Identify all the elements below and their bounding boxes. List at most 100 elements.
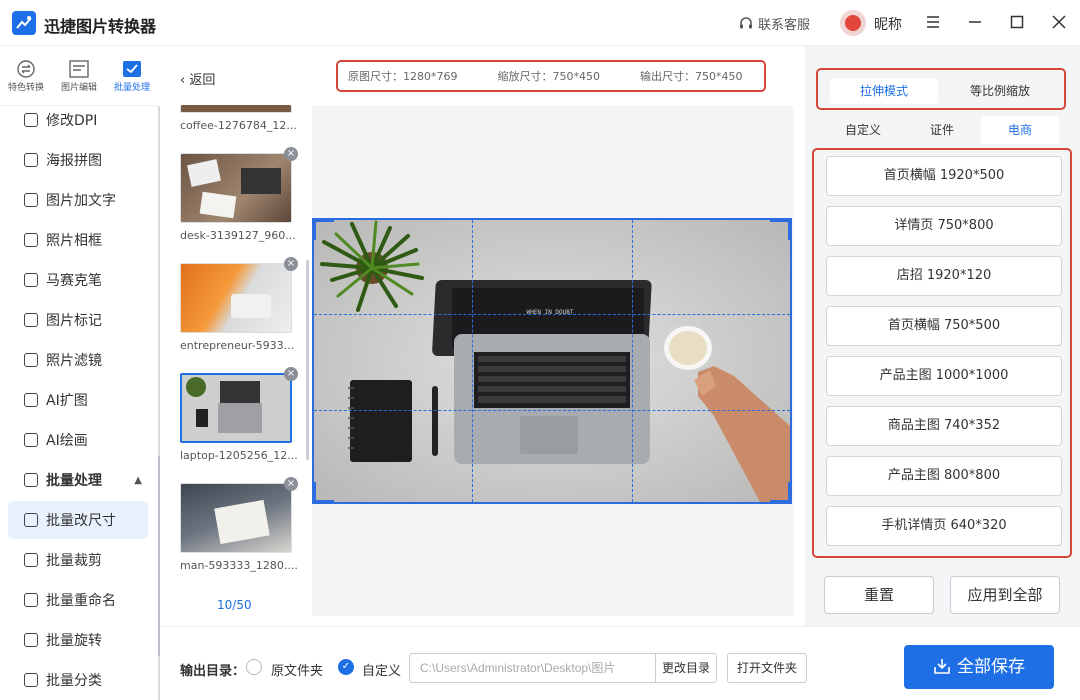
tab-batch-process[interactable]: 批量处理 bbox=[106, 52, 158, 104]
file-item[interactable]: × desk-3139127_960... bbox=[180, 147, 298, 242]
sidebar-item-label: AI扩图 bbox=[46, 393, 88, 409]
radio-original-folder[interactable] bbox=[246, 659, 262, 675]
file-item[interactable]: × laptop-1205256_12... bbox=[180, 367, 298, 462]
sidebar-item-poster[interactable]: 海报拼图 bbox=[8, 141, 148, 179]
sidebar-item-batch-rotate[interactable]: 批量旋转 bbox=[8, 621, 148, 659]
file-name: entrepreneur-5933... bbox=[180, 339, 295, 352]
sidebar-item-add-text[interactable]: 图片加文字 bbox=[8, 181, 148, 219]
contact-service-button[interactable]: 联系客服 bbox=[738, 14, 810, 33]
preset-button[interactable]: 产品主图 1000*1000 bbox=[826, 356, 1062, 396]
sidebar-item-mosaic[interactable]: 马赛克笔 bbox=[8, 261, 148, 299]
apply-all-button[interactable]: 应用到全部 bbox=[950, 576, 1060, 614]
preset-category-tabs: 自定义 证件 电商 bbox=[824, 116, 1060, 144]
back-button[interactable]: ‹ 返回 bbox=[180, 69, 215, 88]
change-dir-button[interactable]: 更改目录 bbox=[655, 653, 717, 683]
sidebar-item-batch-rename[interactable]: 批量重命名 bbox=[8, 581, 148, 619]
reset-button[interactable]: 重置 bbox=[824, 576, 934, 614]
resize-handle-top-right[interactable] bbox=[770, 220, 790, 240]
back-label: 返回 bbox=[189, 73, 216, 88]
sidebar-item-ai-expand[interactable]: AI扩图 bbox=[8, 381, 148, 419]
app-logo-icon bbox=[12, 11, 36, 35]
preview-image[interactable]: WHEN IN DOUBT bbox=[312, 218, 792, 504]
crop-icon bbox=[24, 553, 38, 567]
file-name: coffee-1276784_12... bbox=[180, 119, 297, 132]
rename-icon bbox=[24, 593, 38, 607]
tab-special-convert[interactable]: 特色转换 bbox=[0, 52, 52, 104]
mode-proportional[interactable]: 等比例缩放 bbox=[946, 78, 1054, 104]
preset-button[interactable]: 详情页 750*800 bbox=[826, 206, 1062, 246]
sidebar-group-batch[interactable]: 批量处理 ▲ bbox=[8, 461, 148, 499]
minimize-icon[interactable] bbox=[963, 10, 987, 34]
scaled-size: 缩放尺寸：750*450 bbox=[497, 70, 601, 83]
close-icon[interactable] bbox=[1047, 10, 1071, 34]
tab-ecommerce[interactable]: 电商 bbox=[981, 116, 1059, 144]
sidebar-item-batch-resize[interactable]: 批量改尺寸 bbox=[8, 501, 148, 539]
mode-stretch[interactable]: 拉伸模式 bbox=[830, 78, 938, 104]
output-path-input[interactable]: C:\Users\Administrator\Desktop\图片 bbox=[409, 653, 655, 683]
sidebar-item-batch-classify[interactable]: 批量分类 bbox=[8, 661, 148, 699]
file-name: laptop-1205256_12... bbox=[180, 449, 298, 462]
sidebar-item-label: 图片加文字 bbox=[46, 193, 116, 209]
menu-icon[interactable] bbox=[921, 10, 945, 34]
remove-file-icon[interactable]: × bbox=[284, 257, 298, 271]
file-item[interactable]: × man-593333_1280.... bbox=[180, 477, 298, 572]
sidebar-item-batch-crop[interactable]: 批量裁剪 bbox=[8, 541, 148, 579]
app-window: 迅捷图片转换器 联系客服 昵称 特色转换 图片编辑 批量处理 修改DPI 海报拼… bbox=[0, 0, 1080, 700]
preset-button[interactable]: 店招 1920*120 bbox=[826, 256, 1062, 296]
preset-button[interactable]: 手机详情页 640*320 bbox=[826, 506, 1062, 546]
dpi-icon bbox=[24, 113, 38, 127]
tab-custom[interactable]: 自定义 bbox=[824, 116, 902, 144]
remove-file-icon[interactable]: × bbox=[284, 477, 298, 491]
resize-handle-bottom-right[interactable] bbox=[770, 482, 790, 502]
open-folder-button[interactable]: 打开文件夹 bbox=[727, 653, 807, 683]
tab-image-edit[interactable]: 图片编辑 bbox=[53, 52, 105, 104]
resize-handle-bottom-left[interactable] bbox=[314, 482, 334, 502]
tab-special-convert-label: 特色转换 bbox=[7, 83, 44, 93]
sidebar-item-filter[interactable]: 照片滤镜 bbox=[8, 341, 148, 379]
resize-handle-top-left[interactable] bbox=[314, 220, 334, 240]
grid-guide-vertical bbox=[472, 220, 473, 502]
chevron-up-icon: ▲ bbox=[134, 474, 142, 486]
contact-service-label: 联系客服 bbox=[758, 18, 811, 33]
remove-file-icon[interactable]: × bbox=[284, 367, 298, 381]
file-thumbnail-selected bbox=[180, 373, 292, 443]
poster-icon bbox=[24, 153, 38, 167]
sidebar-item-mark[interactable]: 图片标记 bbox=[8, 301, 148, 339]
remove-file-icon[interactable]: × bbox=[284, 147, 298, 161]
original-size: 原图尺寸：1280*769 bbox=[348, 70, 458, 83]
tab-image-edit-label: 图片编辑 bbox=[60, 83, 97, 93]
sidebar-item-label: 马赛克笔 bbox=[46, 273, 102, 289]
save-all-button[interactable]: 全部保存 bbox=[904, 645, 1054, 689]
function-tabs: 特色转换 图片编辑 批量处理 bbox=[0, 46, 158, 106]
preset-button[interactable]: 首页横幅 750*500 bbox=[826, 306, 1062, 346]
maximize-icon[interactable] bbox=[1005, 10, 1029, 34]
file-item[interactable]: coffee-1276784_12... bbox=[180, 105, 297, 132]
sidebar-item-dpi[interactable]: 修改DPI bbox=[8, 101, 148, 139]
sidebar: 修改DPI 海报拼图 图片加文字 照片相框 马赛克笔 图片标记 照片滤镜 AI扩… bbox=[0, 106, 158, 700]
preset-button[interactable]: 商品主图 740*352 bbox=[826, 406, 1062, 446]
sidebar-item-ai-paint[interactable]: AI绘画 bbox=[8, 421, 148, 459]
nickname[interactable]: 昵称 bbox=[874, 14, 902, 34]
mosaic-icon bbox=[24, 273, 38, 287]
sidebar-item-label: 批量改尺寸 bbox=[46, 513, 116, 529]
sidebar-item-frame[interactable]: 照片相框 bbox=[8, 221, 148, 259]
resize-icon bbox=[24, 513, 38, 527]
file-list-scrollbar[interactable] bbox=[306, 260, 309, 460]
sidebar-item-label: 图片标记 bbox=[46, 313, 102, 329]
preset-button[interactable]: 产品主图 800*800 bbox=[826, 456, 1062, 496]
tab-id-photo[interactable]: 证件 bbox=[903, 116, 981, 144]
radio-original-label: 原文件夹 bbox=[271, 664, 324, 679]
sidebar-item-label: 批量重命名 bbox=[46, 593, 116, 609]
file-name: man-593333_1280.... bbox=[180, 559, 298, 572]
preset-button[interactable]: 首页横幅 1920*500 bbox=[826, 156, 1062, 196]
grid-guide-horizontal bbox=[314, 314, 790, 315]
file-item[interactable]: × entrepreneur-5933... bbox=[180, 257, 298, 352]
save-icon bbox=[934, 659, 950, 674]
radio-custom-folder[interactable]: ✓ bbox=[338, 659, 354, 675]
ai-expand-icon bbox=[24, 393, 38, 407]
frame-icon bbox=[24, 233, 38, 247]
avatar[interactable] bbox=[840, 10, 866, 36]
tab-batch-process-label: 批量处理 bbox=[113, 83, 150, 93]
file-list-panel: ‹ 返回 coffee-1276784_12... × desk-3139127… bbox=[160, 60, 309, 620]
output-bar: 输出目录： 原文件夹 ✓ 自定义 C:\Users\Administrator\… bbox=[160, 626, 1080, 700]
